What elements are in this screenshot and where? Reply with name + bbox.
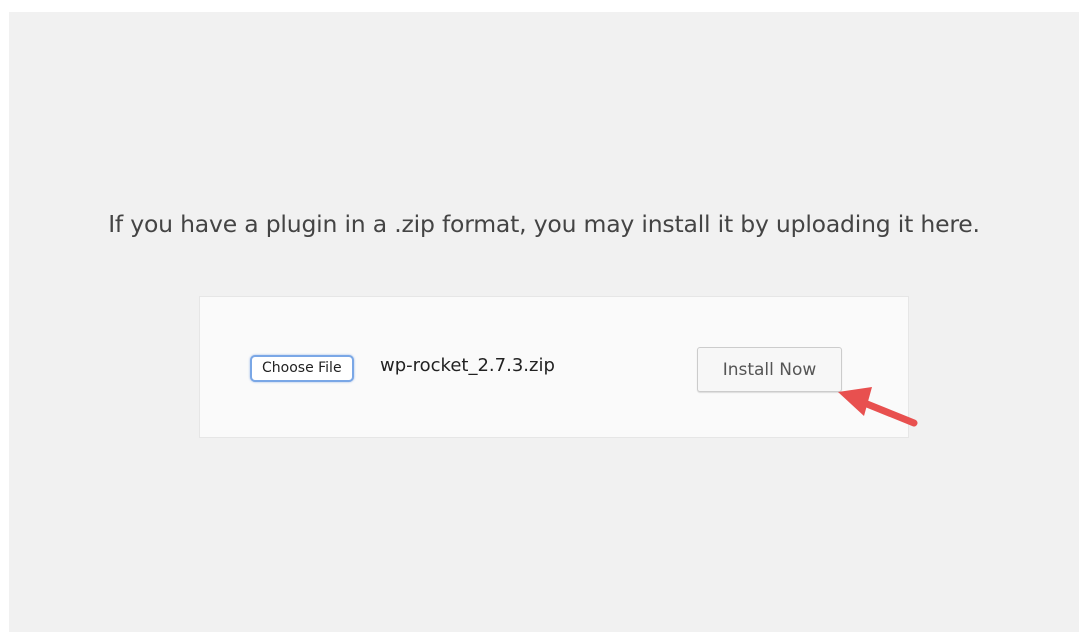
red-arrow-icon — [838, 387, 918, 427]
upload-description: If you have a plugin in a .zip format, y… — [108, 210, 980, 238]
selected-file-name: wp-rocket_2.7.3.zip — [380, 355, 555, 376]
upload-plugin-screen: If you have a plugin in a .zip format, y… — [9, 12, 1079, 632]
upload-form: Choose File wp-rocket_2.7.3.zip Install … — [199, 296, 909, 438]
choose-file-button[interactable]: Choose File — [250, 355, 354, 382]
install-now-button[interactable]: Install Now — [697, 347, 842, 392]
